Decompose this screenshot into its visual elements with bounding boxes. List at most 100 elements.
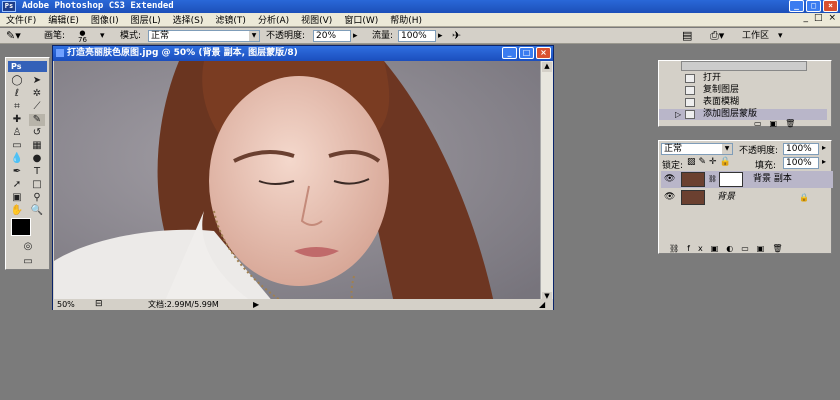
foreground-color-swatch[interactable] — [11, 218, 31, 236]
fill-slider-button[interactable]: ▸ — [822, 157, 826, 166]
doc-window-maximize-button[interactable]: □ — [519, 47, 534, 59]
portrait-photo — [54, 61, 540, 303]
history-step-icon — [685, 86, 695, 95]
menu-view[interactable]: 视图(V) — [295, 13, 338, 26]
lasso-tool-icon[interactable]: ℓ — [9, 88, 25, 100]
history-item[interactable]: 打开 — [659, 73, 827, 84]
layer-mask-thumbnail[interactable] — [719, 172, 743, 187]
menu-filter[interactable]: 滤镜(T) — [209, 13, 252, 26]
marquee-tool-icon[interactable]: ◯ — [9, 75, 25, 87]
clone-stamp-tool-icon[interactable]: ♙ — [9, 127, 25, 139]
pen-tool-icon[interactable]: ✒ — [9, 166, 25, 178]
chevron-down-icon: ▼ — [722, 144, 732, 154]
opacity-slider-button[interactable]: ▸ — [353, 30, 358, 42]
chain-link-icon[interactable]: ⛓ — [708, 171, 717, 188]
menu-analysis[interactable]: 分析(A) — [252, 13, 295, 26]
menu-select[interactable]: 选择(S) — [167, 13, 210, 26]
type-tool-icon[interactable]: T — [29, 166, 45, 178]
magic-wand-tool-icon[interactable]: ✲ — [29, 88, 45, 100]
layers-panel-buttons[interactable]: ⛓fx▣◐▭▣🗑 — [669, 244, 791, 253]
slice-tool-icon[interactable]: ⟋ — [29, 101, 45, 113]
brush-size: 76 — [78, 36, 87, 44]
menu-help[interactable]: 帮助(H) — [384, 13, 428, 26]
layer-row-active[interactable]: 👁 ⛓ 背景 副本 — [661, 171, 833, 188]
doc-window-minimize-button[interactable]: _ — [502, 47, 517, 59]
blend-mode-select[interactable]: 正常 ▼ — [661, 143, 733, 155]
eye-icon[interactable]: 👁 — [664, 189, 675, 206]
workspace-dropdown-icon[interactable]: ▾ — [778, 30, 783, 42]
layer-opacity-label: 不透明度: — [739, 146, 779, 156]
rectangle-tool-icon[interactable]: □ — [29, 179, 45, 191]
layer-row[interactable]: 👁 背景 🔒 — [661, 189, 833, 206]
healing-brush-tool-icon[interactable]: ✚ — [9, 114, 25, 126]
menu-file[interactable]: 文件(F) — [0, 13, 42, 26]
palette-well-icon[interactable]: ▤ — [682, 30, 692, 42]
hand-tool-icon[interactable]: ✋ — [9, 205, 25, 217]
opacity-value: 20% — [316, 31, 337, 41]
layer-opacity-slider-button[interactable]: ▸ — [822, 143, 826, 152]
screen-mode-icon[interactable]: ▭ — [20, 256, 36, 268]
flow-slider-button[interactable]: ▸ — [438, 30, 443, 42]
eraser-tool-icon[interactable]: ▭ — [9, 140, 25, 152]
menu-edit[interactable]: 编辑(E) — [42, 13, 85, 26]
status-bar: 50% ⊟ 文档:2.99M/5.99M ▶ ◢ — [53, 299, 553, 310]
menu-bar: 文件(F) 编辑(E) 图像(I) 图层(L) 选择(S) 滤镜(T) 分析(A… — [0, 13, 840, 27]
scroll-up-icon[interactable]: ▲ — [542, 62, 552, 72]
options-bar: ✎▾ 画笔: ● 76 ▾ 模式: 正常 ▼ 不透明度: 20% ▸ 流量: 100… — [0, 28, 840, 44]
brush-tool-active-icon[interactable]: ✎ — [29, 114, 45, 126]
doc-minimize-button[interactable]: _ — [803, 13, 808, 23]
workspace-button[interactable]: 工作区 — [742, 30, 769, 42]
blur-tool-icon[interactable]: 💧 — [9, 153, 25, 165]
document-window: 打造亮丽肤色原图.jpg @ 50% (背景 副本, 图层蒙版/8) _ □ × — [52, 45, 554, 310]
crop-tool-icon[interactable]: ⌗ — [9, 101, 25, 113]
fill-input[interactable]: 100% — [783, 157, 819, 169]
app-titlebar: Ps Adobe Photoshop CS3 Extended _ □ × — [0, 0, 840, 13]
eyedropper-tool-icon[interactable]: ⚲ — [29, 192, 45, 204]
blend-mode-value: 正常 — [664, 144, 683, 154]
notes-tool-icon[interactable]: ▣ — [9, 192, 25, 204]
layer-opacity-input[interactable]: 100% — [783, 143, 819, 155]
history-brush-tool-icon[interactable]: ↺ — [29, 127, 45, 139]
opacity-input[interactable]: 20% — [313, 30, 351, 42]
workspace-menu-icon[interactable]: ⎙▾ — [710, 30, 724, 42]
history-step-icon — [685, 74, 695, 83]
flow-input[interactable]: 100% — [398, 30, 436, 42]
toolbox-logo: Ps — [8, 61, 47, 72]
maximize-button[interactable]: □ — [806, 0, 821, 12]
zoom-level[interactable]: 50% — [57, 299, 75, 310]
status-icon[interactable]: ⊟ — [95, 299, 103, 310]
history-item[interactable]: 复制图层 — [659, 85, 827, 96]
brush-tool-icon[interactable]: ✎▾ — [6, 30, 21, 42]
status-menu-arrow-icon[interactable]: ▶ — [253, 299, 259, 310]
path-selection-tool-icon[interactable]: ➚ — [9, 179, 25, 191]
eye-icon[interactable]: 👁 — [664, 171, 675, 188]
history-item[interactable]: 表面模糊 — [659, 97, 827, 108]
doc-window-close-button[interactable]: × — [536, 47, 551, 59]
layer-thumbnail — [681, 172, 705, 187]
move-tool-icon[interactable]: ➤ — [29, 75, 45, 87]
menu-image[interactable]: 图像(I) — [85, 13, 125, 26]
dodge-tool-icon[interactable]: ● — [29, 153, 45, 165]
doc-close-button[interactable]: × — [828, 13, 836, 23]
history-panel: 打开 复制图层 表面模糊 ▷ 添加图层蒙版 ▭▣🗑 — [658, 60, 832, 128]
lock-icon: 🔒 — [799, 193, 809, 202]
doc-restore-button[interactable]: □ — [814, 13, 823, 23]
vertical-scrollbar[interactable]: ▲ ▼ — [540, 61, 553, 303]
minimize-button[interactable]: _ — [789, 0, 804, 12]
history-snapshot[interactable] — [681, 61, 807, 71]
gradient-tool-icon[interactable]: ▦ — [29, 140, 45, 152]
airbrush-icon[interactable]: ✈ — [452, 30, 461, 42]
zoom-tool-icon[interactable]: 🔍 — [29, 205, 45, 217]
brush-dropdown-icon[interactable]: ▾ — [100, 30, 105, 42]
quick-mask-icon[interactable]: ◎ — [20, 241, 36, 253]
flow-label: 流量: — [372, 31, 394, 41]
lock-buttons[interactable]: ▨✎✛🔒 — [687, 157, 734, 167]
layer-opacity-value: 100% — [786, 144, 812, 154]
brush-preset-picker[interactable]: ● 76 — [78, 30, 87, 44]
menu-layer[interactable]: 图层(L) — [125, 13, 167, 26]
menu-window[interactable]: 窗口(W) — [338, 13, 384, 26]
image-canvas[interactable] — [54, 61, 540, 303]
history-panel-buttons[interactable]: ▭▣🗑 — [754, 119, 803, 128]
close-button[interactable]: × — [823, 0, 838, 12]
mode-select[interactable]: 正常 ▼ — [148, 30, 260, 42]
